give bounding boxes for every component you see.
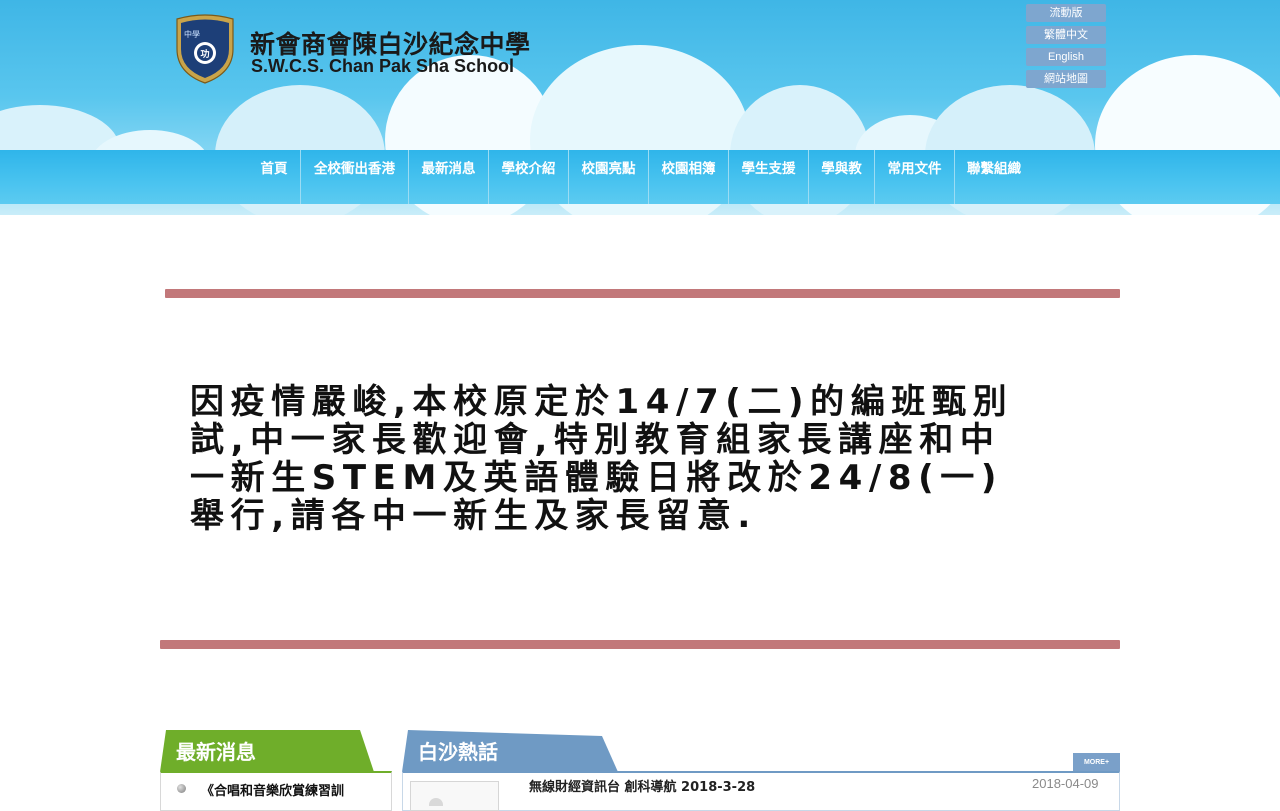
image-placeholder-icon (429, 798, 443, 806)
nav-item-home[interactable]: 首頁 (248, 150, 301, 204)
svg-text:功: 功 (200, 48, 209, 60)
notice-divider-bottom (160, 640, 1120, 649)
talk-panel-title[interactable]: 白沙熱話 (418, 736, 498, 765)
main-nav: 首頁 全校衝出香港 最新消息 學校介紹 校園亮點 校園相簿 學生支援 學與教 常… (0, 150, 1280, 204)
svg-text:中學: 中學 (184, 29, 200, 39)
article-thumbnail[interactable] (410, 781, 499, 811)
nav-item-about[interactable]: 學校介紹 (489, 150, 569, 204)
sitemap-link[interactable]: 網站地圖 (1026, 70, 1106, 88)
nav-item-student-support[interactable]: 學生支援 (729, 150, 809, 204)
announcement-notice: 因疫情嚴峻,本校原定於14/7(二)的編班甄別 試,中一家長歡迎會,特別教育組家… (190, 383, 1080, 535)
nav-item-album[interactable]: 校園相簿 (649, 150, 729, 204)
notice-line: 因疫情嚴峻,本校原定於14/7(二)的編班甄別 (190, 382, 1014, 422)
notice-line: 一新生STEM及英語體驗日將改於24/8(一) (190, 458, 1004, 498)
top-links: 流動版 繁體中文 English 網站地圖 (1026, 4, 1106, 92)
nav-item-highlights[interactable]: 校園亮點 (569, 150, 649, 204)
school-crest-logo[interactable]: 功 中學 (171, 13, 239, 85)
talk-panel (402, 771, 1120, 811)
bullet-icon (177, 784, 186, 793)
more-button[interactable]: MORE+ (1073, 753, 1120, 773)
notice-line: 舉行,請各中一新生及家長留意. (190, 496, 757, 536)
english-link[interactable]: English (1026, 48, 1106, 66)
news-list-item[interactable]: 《合唱和音樂欣賞練習訓 (201, 780, 344, 799)
nav-item-documents[interactable]: 常用文件 (875, 150, 955, 204)
traditional-chinese-link[interactable]: 繁體中文 (1026, 26, 1106, 44)
nav-item-organizations[interactable]: 聯繫組織 (955, 150, 1033, 204)
nav-item-overseas-trip[interactable]: 全校衝出香港 (301, 150, 409, 204)
mobile-version-link[interactable]: 流動版 (1026, 4, 1106, 22)
news-panel-title[interactable]: 最新消息 (176, 736, 256, 765)
notice-divider-top (165, 289, 1120, 298)
nav-item-learning-teaching[interactable]: 學與教 (809, 150, 875, 204)
talk-item-title[interactable]: 無線財經資訊台 創科導航 2018-3-28 (529, 776, 755, 795)
notice-line: 試,中一家長歡迎會,特別教育組家長講座和中 (190, 420, 1001, 460)
school-name-english[interactable]: S.W.C.S. Chan Pak Sha School (251, 56, 514, 77)
talk-item-date: 2018-04-09 (1032, 776, 1099, 791)
nav-item-news[interactable]: 最新消息 (409, 150, 489, 204)
